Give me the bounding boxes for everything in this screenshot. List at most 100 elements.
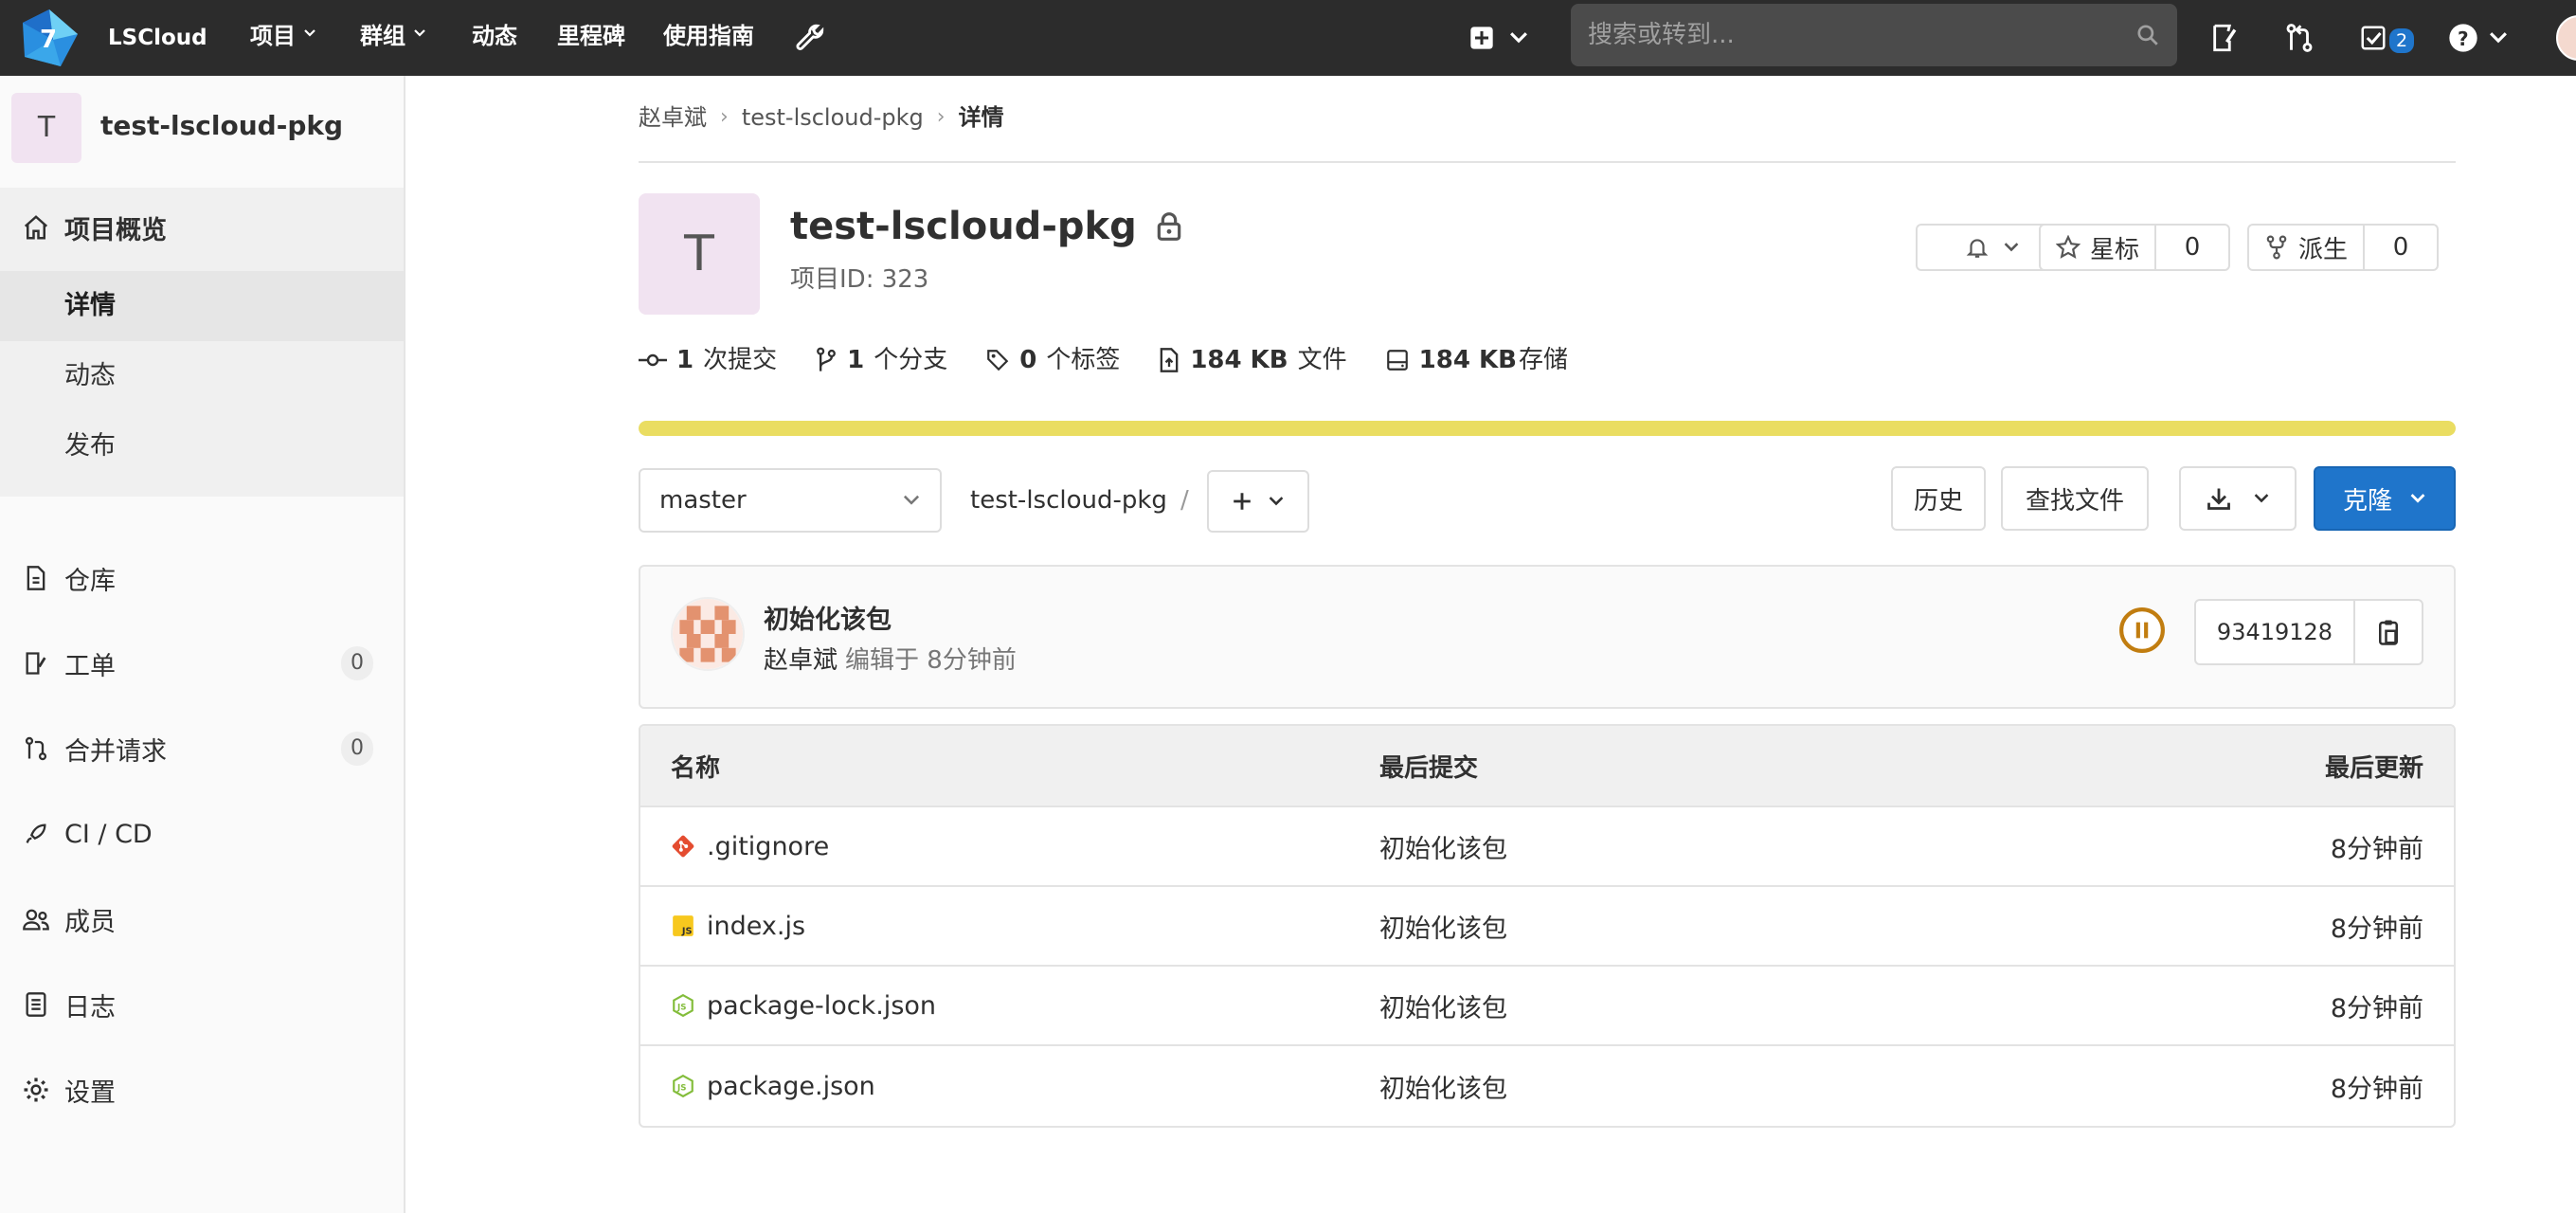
star-button[interactable]: 星标 [2041, 226, 2157, 269]
brand-name[interactable]: LSCloud [108, 21, 207, 55]
stat-commits[interactable]: 1 次提交 [639, 341, 777, 379]
bell-icon [1966, 239, 1989, 258]
file-name[interactable]: .gitignore [707, 832, 829, 861]
sidebar-subitem-details[interactable]: 详情 [0, 271, 404, 341]
help-dropdown[interactable]: ? [2448, 0, 2509, 76]
todos-button[interactable]: 2 [2359, 0, 2415, 76]
last-commit-card: 初始化该包 赵卓斌 编辑于 8分钟前 93419128 [639, 565, 2456, 709]
nav-milestones-link[interactable]: 里程碑 [557, 0, 625, 76]
sidebar-subitem-activity[interactable]: 动态 [0, 341, 404, 411]
download-dropdown[interactable] [2179, 466, 2297, 531]
nav-activity-link[interactable]: 动态 [472, 0, 517, 76]
wrench-icon[interactable] [794, 0, 826, 76]
file-name[interactable]: package-lock.json [707, 991, 936, 1021]
user-avatar[interactable] [2556, 15, 2576, 61]
new-item-dropdown[interactable] [1468, 0, 1529, 76]
path-separator: / [1180, 486, 1189, 515]
svg-text:JS: JS [676, 1083, 686, 1093]
sidebar-item-repository-label: 仓库 [64, 566, 116, 596]
repo-path-link[interactable]: test-lscloud-pkg [970, 468, 1167, 533]
todo-check-icon [2361, 26, 2386, 50]
rocket-icon [21, 819, 51, 849]
sidebar-item-settings-label: 设置 [64, 1077, 116, 1108]
sidebar-item-overview[interactable]: 项目概览 [0, 188, 404, 267]
stat-branches-label: 个分支 [874, 346, 948, 374]
pipeline-status-icon[interactable] [2118, 606, 2166, 654]
table-row[interactable]: JS index.js 初始化该包 8分钟前 [640, 887, 2454, 967]
find-file-button[interactable]: 查找文件 [2001, 466, 2149, 531]
stat-storage[interactable]: 184 KB 存储 [1385, 341, 1568, 379]
todos-count-badge: 2 [2389, 28, 2415, 53]
file-last-commit[interactable]: 初始化该包 [1379, 1068, 1948, 1105]
sidebar-item-repository[interactable]: 仓库 [0, 538, 404, 618]
git-icon [672, 835, 694, 858]
search-input[interactable] [1588, 4, 2135, 66]
sidebar-item-issues[interactable]: 工单 0 [0, 624, 404, 703]
nav-projects-menu[interactable]: 项目 [250, 0, 316, 76]
chevron-right-icon: › [720, 105, 729, 129]
sidebar-item-merge-requests[interactable]: 合并请求 0 [0, 709, 404, 788]
top-navbar: 7 LSCloud 项目 群组 动态 里程碑 使用指南 2 ? [0, 0, 2576, 76]
sidebar-project-header[interactable]: T test-lscloud-pkg [0, 76, 404, 186]
divider [639, 161, 2456, 163]
commit-author[interactable]: 赵卓斌 [764, 641, 838, 676]
issues-icon [21, 648, 51, 679]
file-name[interactable]: index.js [707, 912, 805, 941]
commit-meta: 赵卓斌 编辑于 8分钟前 [764, 641, 1017, 676]
history-button[interactable]: 历史 [1891, 466, 1986, 531]
breadcrumb-user[interactable]: 赵卓斌 [639, 99, 707, 136]
stat-branches[interactable]: 1 个分支 [815, 341, 947, 379]
star-count[interactable]: 0 [2156, 233, 2228, 262]
chevron-down-icon [1269, 497, 1284, 506]
sidebar-item-ci-cd[interactable]: CI / CD [0, 794, 404, 874]
fork-count[interactable]: 0 [2365, 233, 2437, 262]
nodejs-icon: JS [673, 1074, 694, 1098]
breadcrumb-project[interactable]: test-lscloud-pkg [742, 99, 924, 136]
branch-selector[interactable]: master [639, 468, 942, 533]
star-button-group: 星标 0 [2039, 224, 2230, 271]
sidebar-item-ci-cd-label: CI / CD [64, 819, 153, 849]
file-last-commit[interactable]: 初始化该包 [1379, 987, 1948, 1024]
file-last-commit[interactable]: 初始化该包 [1379, 908, 1948, 945]
sidebar-item-members[interactable]: 成员 [0, 879, 404, 959]
sidebar-subitem-releases[interactable]: 发布 [0, 411, 404, 481]
help-icon: ? [2449, 24, 2477, 52]
project-id: 项目ID: 323 [790, 265, 929, 294]
table-row[interactable]: JS package-lock.json 初始化该包 8分钟前 [640, 967, 2454, 1046]
log-icon [21, 989, 51, 1020]
stat-commits-value: 1 [676, 346, 694, 374]
file-name[interactable]: package.json [707, 1072, 875, 1101]
table-row[interactable]: JS package.json 初始化该包 8分钟前 [640, 1046, 2454, 1126]
merge-requests-icon[interactable] [2283, 0, 2315, 76]
file-updated: 8分钟前 [2330, 993, 2423, 1023]
search-icon [2137, 25, 2158, 45]
clone-dropdown[interactable]: 克隆 [2314, 466, 2456, 531]
fork-button[interactable]: 派生 [2249, 226, 2366, 269]
star-label: 星标 [2090, 235, 2140, 264]
nav-guide-link[interactable]: 使用指南 [663, 0, 754, 76]
stat-tags[interactable]: 0 个标签 [985, 341, 1120, 379]
commit-title[interactable]: 初始化该包 [764, 599, 892, 636]
stat-tags-value: 0 [1019, 346, 1037, 374]
file-last-commit[interactable]: 初始化该包 [1379, 828, 1948, 865]
stat-storage-label: 存储 [1518, 346, 1568, 374]
commit-sha[interactable]: 93419128 [2194, 599, 2355, 665]
sidebar-item-issues-label: 工单 [64, 651, 116, 681]
table-row[interactable]: .gitignore 初始化该包 8分钟前 [640, 807, 2454, 887]
stat-files[interactable]: 184 KB 文件 [1158, 341, 1347, 379]
stat-files-label: 文件 [1297, 346, 1347, 374]
add-to-tree-dropdown[interactable] [1207, 470, 1309, 533]
snippet-icon[interactable] [2209, 0, 2242, 76]
sidebar-item-merge-requests-label: 合并请求 [64, 736, 167, 767]
copy-sha-button[interactable] [2353, 599, 2423, 665]
svg-text:JS: JS [681, 927, 693, 937]
breadcrumb: 赵卓斌 › test-lscloud-pkg › 详情 [639, 99, 1004, 136]
commit-author-avatar[interactable] [671, 597, 745, 671]
stat-commits-label: 次提交 [703, 346, 778, 374]
sidebar-item-logs[interactable]: 日志 [0, 965, 404, 1044]
chevron-down-icon [414, 29, 425, 37]
lscloud-logo[interactable]: 7 [19, 8, 80, 68]
plus-square-icon [1470, 27, 1493, 49]
sidebar-item-settings[interactable]: 设置 [0, 1050, 404, 1130]
nav-groups-menu[interactable]: 群组 [360, 0, 426, 76]
